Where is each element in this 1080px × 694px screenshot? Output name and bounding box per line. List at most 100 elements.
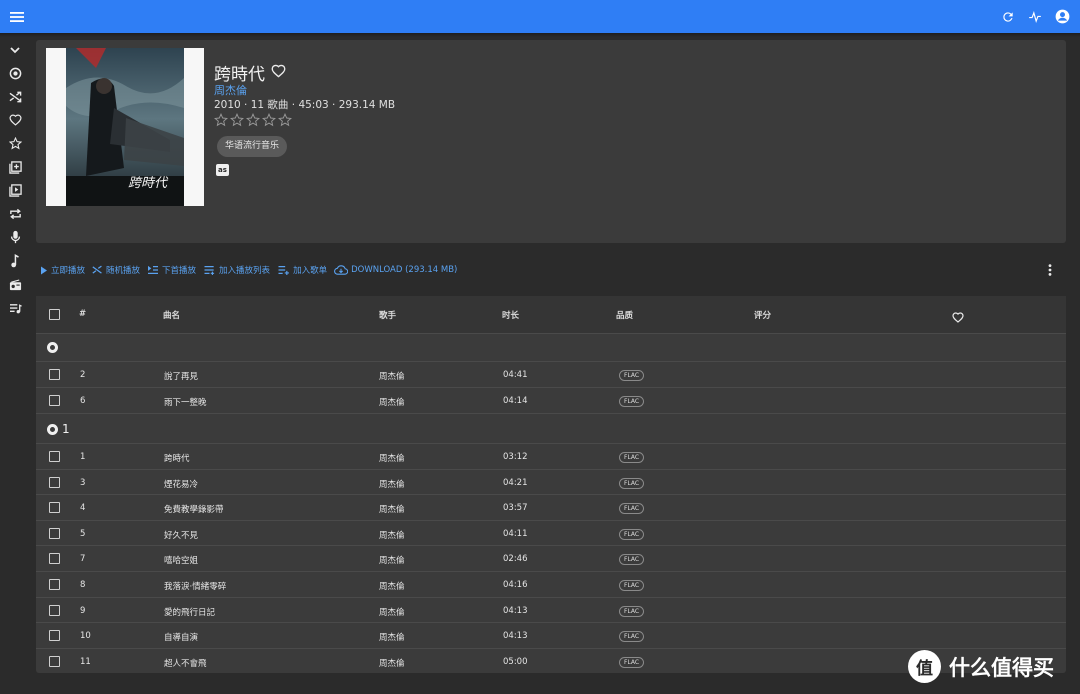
track-artist[interactable]: 周杰倫 [379,631,405,643]
quality-badge: FLAC [619,580,645,591]
row-checkbox[interactable] [49,451,60,462]
track-number: 11 [80,656,91,667]
row-checkbox[interactable] [49,502,60,514]
track-duration: 04:13 [503,605,528,616]
table-row[interactable]: 8 我落淚·情緒零碎 周杰倫 04:16 FLAC [36,572,1066,598]
select-all-checkbox[interactable] [49,309,60,320]
rating-star-icon[interactable] [230,112,244,131]
shuffle-button[interactable]: 随机播放 [92,264,140,276]
track-number: 7 [80,554,86,565]
row-checkbox[interactable] [49,655,60,667]
header-number[interactable]: # [79,309,86,319]
album-artist-link[interactable]: 周杰倫 [214,82,247,98]
track-duration: 04:41 [503,370,528,380]
play-now-button[interactable]: 立即播放 [40,264,85,276]
shuffle-icon [92,265,103,275]
disc-icon [47,423,58,435]
add-to-playlist-button[interactable]: 加入歌单 [277,264,327,276]
album-cover[interactable]: 跨時代 [46,48,204,206]
row-checkbox[interactable] [49,395,60,406]
repeat-icon[interactable] [6,205,24,223]
track-number: 8 [80,580,86,590]
row-checkbox[interactable] [49,604,60,616]
table-row[interactable]: 7 嘻哈空姐 周杰倫 02:46 FLAC [36,546,1066,572]
track-artist[interactable]: 周杰倫 [379,452,405,464]
star-icon[interactable] [6,134,24,152]
quality-badge: FLAC [619,452,645,463]
track-artist[interactable]: 周杰倫 [379,396,405,408]
heart-icon[interactable] [6,111,24,129]
play-icon [40,266,48,275]
track-artist[interactable]: 周杰倫 [379,580,405,592]
table-row[interactable]: 4 免費教學錄影帶 周杰倫 03:57 FLAC [36,495,1066,521]
shuffle-icon[interactable] [6,88,24,106]
refresh-icon[interactable] [1001,10,1015,24]
more-vert-icon[interactable] [1043,262,1057,278]
header-artist[interactable]: 歌手 [379,309,396,321]
track-number: 3 [80,477,86,488]
track-artist[interactable]: 周杰倫 [379,657,405,669]
track-artist[interactable]: 周杰倫 [379,370,405,382]
row-checkbox[interactable] [49,369,60,380]
album-rating[interactable] [214,112,292,131]
track-artist[interactable]: 周杰倫 [379,529,405,541]
library-add-icon[interactable] [6,158,24,176]
disc-row[interactable] [36,334,1066,362]
lastfm-icon[interactable]: as [216,164,229,176]
track-title: 我落淚·情緒零碎 [164,582,227,592]
chevron-down-icon[interactable] [6,41,24,59]
table-row[interactable]: 2 說了再見 周杰倫 04:41 FLAC [36,362,1066,388]
row-checkbox[interactable] [49,476,60,488]
track-title: 煙花易冷 [164,479,199,490]
rating-star-icon[interactable] [262,112,276,131]
watermark: 值 什么值得买 [908,650,1054,683]
playlist-icon[interactable] [6,299,24,317]
radio-icon[interactable] [6,276,24,294]
row-checkbox[interactable] [49,630,60,642]
table-row[interactable]: 10 自導自演 周杰倫 04:13 FLAC [36,623,1066,649]
download-button[interactable]: DOWNLOAD (293.14 MB) [334,265,457,275]
favorite-heart-icon[interactable] [271,63,286,83]
row-checkbox[interactable] [49,527,60,539]
header-title[interactable]: 曲名 [163,309,180,321]
disc-row[interactable]: 1 [36,414,1066,444]
table-header: # 曲名 歌手 时长 品质 评分 [36,296,1066,334]
track-duration: 04:16 [503,580,528,590]
video-library-icon[interactable] [6,181,24,199]
track-artist[interactable]: 周杰倫 [379,478,405,490]
row-checkbox[interactable] [49,579,60,590]
track-artist[interactable]: 周杰倫 [379,503,405,515]
table-row[interactable]: 5 好久不見 周杰倫 04:11 FLAC [36,521,1066,547]
header-heart-icon[interactable] [952,308,964,327]
header-rating[interactable]: 评分 [754,309,771,321]
table-row[interactable]: 1 跨時代 周杰倫 03:12 FLAC [36,444,1066,470]
play-next-label: 下首播放 [162,266,197,276]
hamburger-menu-icon[interactable] [10,11,24,23]
track-artist[interactable]: 周杰倫 [379,606,405,618]
header-duration[interactable]: 时长 [502,309,519,321]
track-number: 1 [80,452,86,462]
track-artist[interactable]: 周杰倫 [379,554,405,566]
add-to-queue-button[interactable]: 加入播放列表 [203,264,270,276]
music-note-icon[interactable] [6,252,24,270]
header-quality[interactable]: 品质 [616,309,633,321]
table-row[interactable]: 6 雨下一整晚 周杰倫 04:14 FLAC [36,388,1066,414]
rating-star-icon[interactable] [214,112,228,131]
track-duration: 03:57 [503,503,528,514]
track-number: 9 [80,605,86,616]
rating-star-icon[interactable] [278,112,292,131]
album-icon[interactable] [6,64,24,82]
track-number: 5 [80,528,86,539]
disc-label: 1 [62,422,70,436]
track-duration: 04:14 [503,396,528,406]
row-checkbox[interactable] [49,553,60,565]
genre-chip[interactable]: 华语流行音乐 [217,136,288,157]
table-row[interactable]: 9 愛的飛行日記 周杰倫 04:13 FLAC [36,598,1066,624]
activity-icon[interactable] [1027,10,1043,24]
rating-star-icon[interactable] [246,112,260,131]
microphone-icon[interactable] [6,228,24,246]
account-icon[interactable] [1055,9,1070,24]
play-next-button[interactable]: 下首播放 [147,264,196,276]
track-title: 跨時代 [164,454,190,464]
table-row[interactable]: 3 煙花易冷 周杰倫 04:21 FLAC [36,470,1066,496]
